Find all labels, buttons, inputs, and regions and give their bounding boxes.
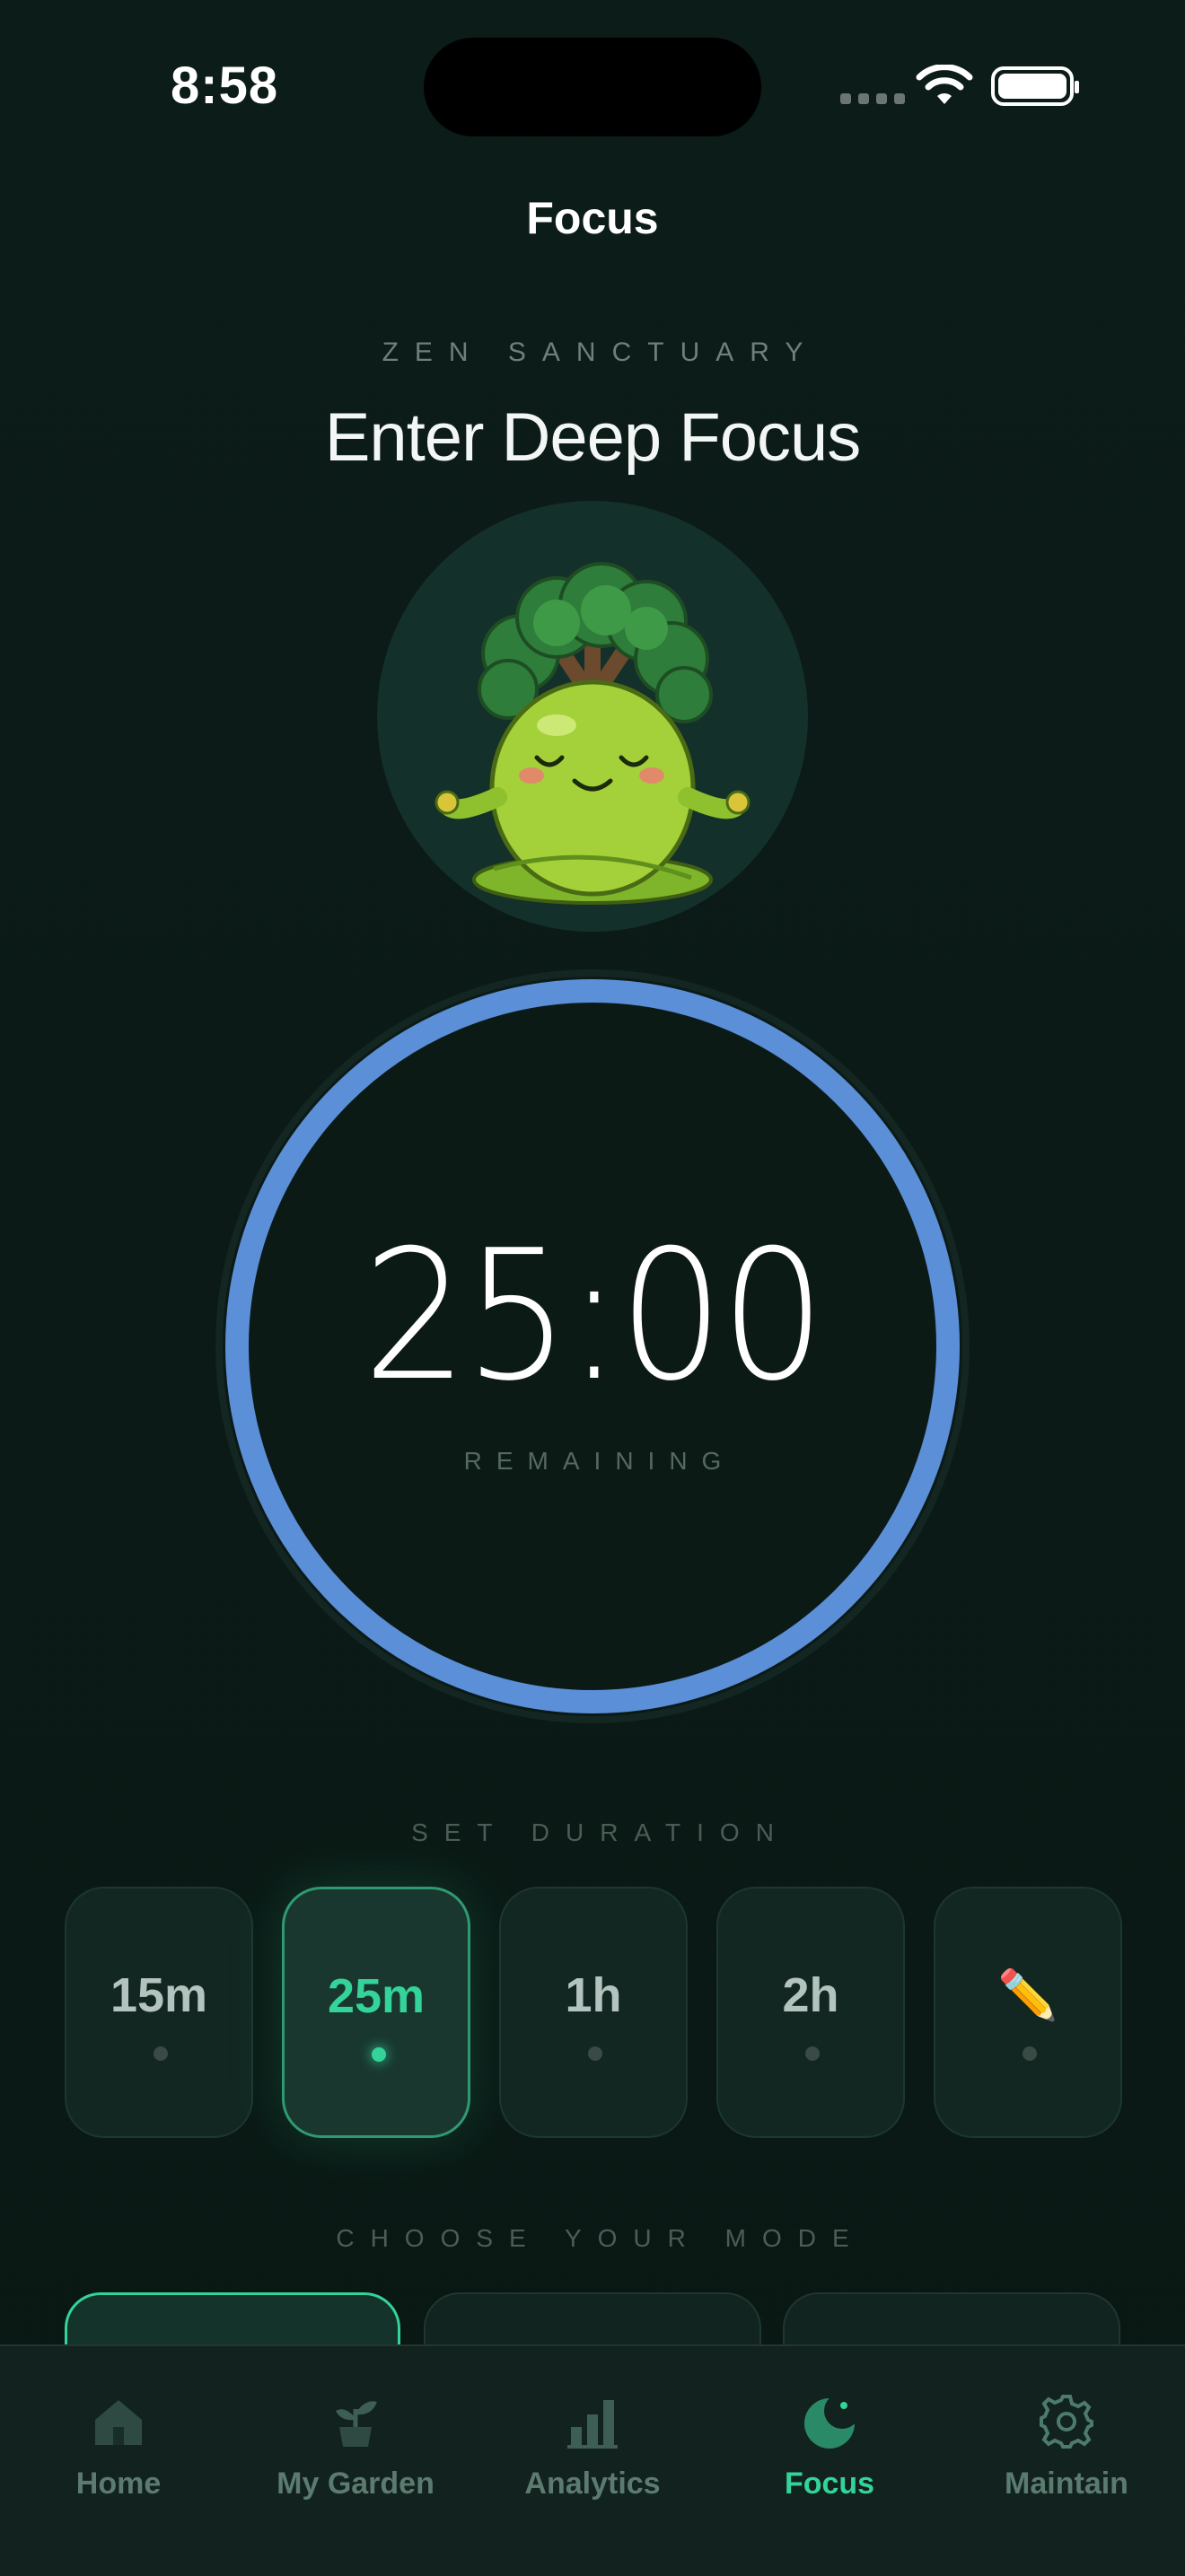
duration-option-1h[interactable]: 1h	[499, 1887, 688, 2138]
selection-dot	[372, 2047, 386, 2062]
duration-option-label: 2h	[782, 1968, 839, 2022]
headline: Enter Deep Focus	[324, 399, 862, 476]
battery-icon	[991, 66, 1079, 106]
tab-home[interactable]: Home	[0, 2346, 237, 2576]
duration-option-15m[interactable]: 15m	[65, 1887, 253, 2138]
mode-section-label: CHOOSE YOUR MODE	[336, 2224, 865, 2252]
duration-option-custom[interactable]: ✏️	[934, 1887, 1122, 2138]
tab-label: My Garden	[276, 2466, 434, 2501]
home-icon	[95, 2400, 142, 2445]
duration-section-label: SET DURATION	[411, 1818, 790, 1846]
pencil-icon: ✏️	[997, 1968, 1058, 2022]
selection-dot	[588, 2046, 602, 2061]
cellular-signal-icon	[840, 93, 905, 104]
duration-option-label: 25m	[327, 1969, 426, 2023]
selection-dot	[1023, 2046, 1037, 2061]
tab-label: Analytics	[524, 2466, 661, 2501]
tab-analytics[interactable]: Analytics	[474, 2346, 711, 2576]
wifi-icon	[916, 65, 973, 104]
selection-dot	[154, 2046, 168, 2061]
tab-label: Focus	[784, 2466, 875, 2501]
duration-option-label: 15m	[110, 1968, 208, 2022]
tab-bar: Home My Garden Analytics Focus Maintain	[0, 2344, 1185, 2576]
tab-focus[interactable]: Focus	[711, 2346, 948, 2576]
page-title: Focus	[526, 193, 659, 243]
sprout-icon	[336, 2401, 377, 2447]
timer-caption: REMAINING	[463, 1447, 736, 1475]
duration-option-2h[interactable]: 2h	[716, 1887, 905, 2138]
tab-label: Home	[75, 2466, 162, 2501]
bar-chart-icon	[567, 2400, 618, 2449]
section-eyebrow: ZEN SANCTUARY	[382, 337, 820, 367]
moon-icon	[804, 2393, 858, 2449]
duration-option-25m[interactable]: 25m	[282, 1887, 470, 2138]
tab-my-garden[interactable]: My Garden	[237, 2346, 474, 2576]
meditating-tree-sprout-icon	[434, 562, 750, 905]
duration-option-label: 1h	[565, 1968, 622, 2022]
timer-value: 25:00	[363, 1212, 826, 1421]
tab-maintain[interactable]: Maintain	[948, 2346, 1185, 2576]
tab-label: Maintain	[1005, 2466, 1128, 2501]
duration-options: 15m 25m 1h 2h ✏️	[65, 1887, 1122, 2138]
status-time: 8:58	[171, 57, 279, 115]
gear-icon	[1040, 2395, 1093, 2449]
selection-dot	[805, 2046, 820, 2061]
dynamic-island	[424, 38, 761, 136]
